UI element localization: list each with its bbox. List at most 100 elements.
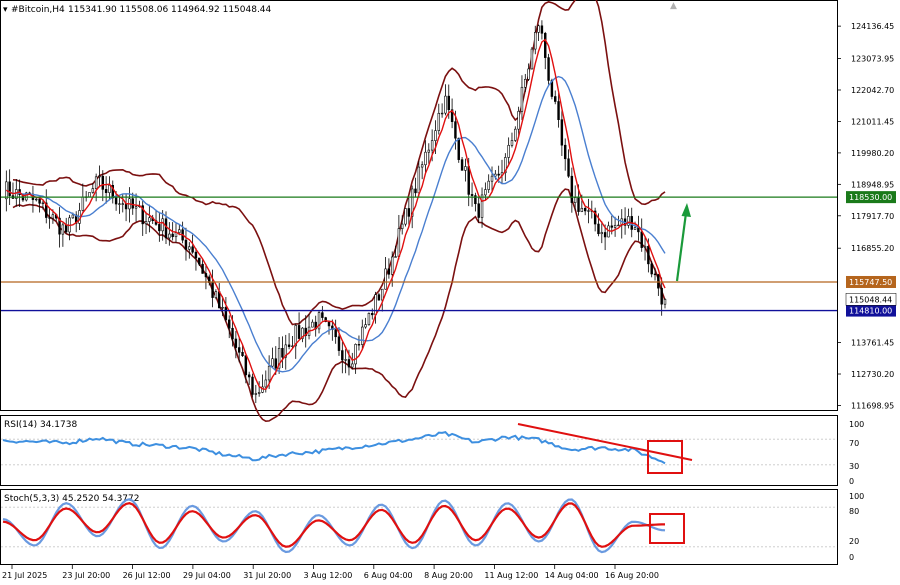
candle-body <box>354 344 357 365</box>
candle-body <box>663 299 667 305</box>
candle-body <box>534 32 537 50</box>
level-support-label: 114810.00 <box>849 307 892 316</box>
price-tick-label: 121011.45 <box>851 117 894 126</box>
candle-body <box>64 224 68 233</box>
candle-body <box>454 121 457 139</box>
candle-body <box>101 175 105 190</box>
candle-body <box>643 245 647 248</box>
candle-body <box>567 158 570 177</box>
price-tick-label: 117917.70 <box>851 212 894 221</box>
candle-body <box>297 325 301 339</box>
candle-body <box>600 232 604 235</box>
candle-body <box>440 112 444 115</box>
candle-body <box>424 151 427 166</box>
candle-body <box>653 273 657 276</box>
candle-body <box>537 25 540 33</box>
rsi-scale-100: 100 <box>849 420 864 429</box>
candle-body <box>407 208 411 217</box>
candle-body <box>118 203 121 205</box>
candle-body <box>98 175 101 178</box>
candle-body <box>547 57 550 81</box>
candle-body <box>247 374 251 378</box>
candle-body <box>94 176 98 189</box>
candle-body <box>271 358 274 367</box>
candle-body <box>178 229 181 233</box>
candle-body <box>650 263 653 275</box>
candle-body <box>211 282 214 298</box>
time-tick-label: 8 Aug 20:00 <box>424 571 473 580</box>
time-tick-label: 31 Jul 20:00 <box>243 571 291 580</box>
candle-body <box>637 227 640 233</box>
candle-body <box>321 312 324 318</box>
candle-body <box>640 231 643 248</box>
candle-body <box>221 307 224 309</box>
price-tick-label: 124136.45 <box>851 22 894 31</box>
time-tick-label: 23 Jul 20:00 <box>62 571 110 580</box>
candle-body <box>420 164 424 168</box>
candle-body <box>490 175 494 182</box>
candle-body <box>164 218 168 239</box>
candle-body <box>61 224 65 235</box>
stoch-scale-100: 100 <box>849 492 864 501</box>
candle <box>530 46 534 70</box>
time-tick-label: 21 Jul 2025 <box>2 571 47 580</box>
candle-body <box>171 233 174 238</box>
candle-body <box>510 140 514 146</box>
candle-body <box>464 166 467 171</box>
candle-body <box>613 224 617 228</box>
candle-body <box>231 327 234 340</box>
candle-body <box>544 32 547 58</box>
rsi-scale-70: 70 <box>849 439 859 448</box>
collapse-arrow-icon[interactable]: ▲ <box>670 1 677 11</box>
candle-body <box>71 214 75 219</box>
candle-body <box>517 111 520 130</box>
candle-body <box>124 203 128 210</box>
current-price-label: 115048.44 <box>849 295 892 304</box>
chart-window: ▾ #Bitcoin,H4 115341.90 115508.06 114964… <box>0 0 897 580</box>
chart-symbol: #Bitcoin,H4 <box>11 5 65 15</box>
candle-body <box>524 78 527 88</box>
candle-body <box>274 358 278 369</box>
time-tick-label: 6 Aug 04:00 <box>364 571 413 580</box>
candle-body <box>397 228 401 257</box>
candle-body <box>241 351 244 356</box>
stoch-scale-80: 80 <box>849 507 859 516</box>
chart-ohlc: 115341.90 115508.06 114964.92 115048.44 <box>68 5 272 15</box>
candle-body <box>51 214 55 219</box>
price-tick-label: 122042.70 <box>851 86 894 95</box>
candle-body <box>573 197 577 203</box>
candle-body <box>168 233 171 239</box>
candle-body <box>264 379 268 388</box>
candle-body <box>617 224 620 227</box>
candle-body <box>364 324 367 328</box>
candle-body <box>480 194 484 218</box>
candle-body <box>587 210 590 212</box>
candle-body <box>603 232 607 238</box>
candle-body <box>457 137 460 160</box>
candle-body <box>161 218 164 232</box>
candle-body <box>387 268 391 275</box>
candle-body <box>104 189 108 193</box>
stoch-scale-20: 20 <box>849 537 859 546</box>
price-tick-label: 116855.20 <box>851 244 894 253</box>
candle-body <box>341 350 344 361</box>
candle-body <box>194 251 198 259</box>
candle-body <box>404 208 407 225</box>
candle-body <box>400 223 404 229</box>
candle-body <box>580 207 584 212</box>
candle-body <box>204 273 208 278</box>
candle-body <box>414 188 417 194</box>
candle-body <box>390 256 394 275</box>
candle-body <box>660 287 663 305</box>
price-tick-label: 119980.20 <box>851 149 894 158</box>
candle-body <box>347 359 351 368</box>
symbol-icon: ▾ <box>3 5 8 15</box>
candle-body <box>227 319 231 329</box>
candle-body <box>394 256 397 258</box>
candle-body <box>88 192 91 198</box>
candle-body <box>257 392 261 394</box>
candle-body <box>554 96 557 102</box>
candle-body <box>224 307 228 321</box>
price-tick-label: 118948.95 <box>851 180 894 189</box>
time-tick-label: 14 Aug 04:00 <box>545 571 599 580</box>
